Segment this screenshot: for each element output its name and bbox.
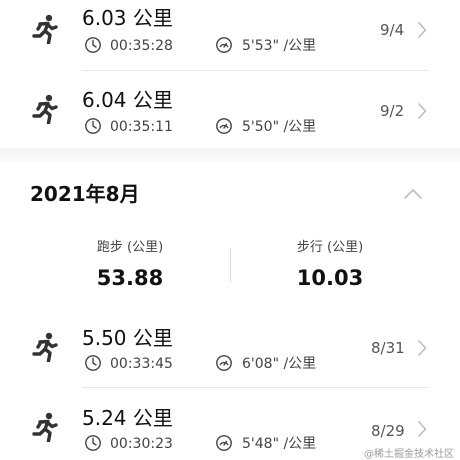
clock-icon xyxy=(84,117,102,139)
chevron-up-icon[interactable] xyxy=(403,186,423,205)
run-summary: 跑步 (公里) 53.88 xyxy=(60,240,200,291)
running-person-icon xyxy=(29,94,59,124)
clock-icon xyxy=(84,434,102,456)
month-header[interactable]: 2021年8月 xyxy=(0,170,460,214)
running-person-icon xyxy=(29,14,59,44)
speedometer-icon xyxy=(215,354,233,376)
distance-label: 6.03 公里 xyxy=(82,6,173,30)
row-divider xyxy=(82,387,428,388)
duration-label: 00:35:28 xyxy=(110,38,173,54)
summary-divider xyxy=(230,248,231,282)
date-label: 8/29 xyxy=(371,422,405,440)
pace-label: 5'53" /公里 xyxy=(242,38,317,54)
activity-record[interactable]: 6.03 公里 00:35:28 5'53" /公里 9/4 xyxy=(0,0,460,62)
run-summary-value: 53.88 xyxy=(96,266,164,290)
walk-summary-label: 步行 (公里) xyxy=(296,240,364,255)
duration-label: 00:30:23 xyxy=(110,436,173,452)
walk-summary: 步行 (公里) 10.03 xyxy=(260,240,400,291)
pace-label: 5'50" /公里 xyxy=(242,119,317,135)
watermark-text: @稀土掘金技术社区 xyxy=(364,449,454,460)
date-label: 9/2 xyxy=(380,102,405,120)
speedometer-icon xyxy=(215,434,233,456)
row-divider xyxy=(82,70,428,71)
speedometer-icon xyxy=(215,117,233,139)
chevron-right-icon xyxy=(416,102,428,120)
chevron-right-icon xyxy=(416,339,428,357)
duration-label: 00:35:11 xyxy=(110,119,173,135)
pace-label: 6'08" /公里 xyxy=(242,356,317,372)
distance-label: 5.50 公里 xyxy=(82,326,173,350)
activity-record[interactable]: 6.04 公里 00:35:11 5'50" /公里 9/2 xyxy=(0,80,460,144)
section-separator xyxy=(0,148,460,162)
walk-summary-value: 10.03 xyxy=(296,266,364,290)
pace-label: 5'48" /公里 xyxy=(242,436,317,452)
speedometer-icon xyxy=(215,36,233,58)
chevron-right-icon xyxy=(416,420,428,438)
run-summary-label: 跑步 (公里) xyxy=(96,240,164,255)
monthly-summary: 跑步 (公里) 53.88 步行 (公里) 10.03 xyxy=(0,230,460,294)
running-person-icon xyxy=(29,332,59,362)
month-title: 2021年8月 xyxy=(30,182,140,206)
distance-label: 5.24 公里 xyxy=(82,406,173,430)
activity-record[interactable]: 5.50 公里 00:33:45 6'08" /公里 8/31 xyxy=(0,318,460,382)
running-person-icon xyxy=(29,412,59,442)
clock-icon xyxy=(84,354,102,376)
distance-label: 6.04 公里 xyxy=(82,88,173,112)
date-label: 8/31 xyxy=(371,339,405,357)
duration-label: 00:33:45 xyxy=(110,356,173,372)
chevron-right-icon xyxy=(416,21,428,39)
clock-icon xyxy=(84,36,102,58)
date-label: 9/4 xyxy=(380,21,405,39)
